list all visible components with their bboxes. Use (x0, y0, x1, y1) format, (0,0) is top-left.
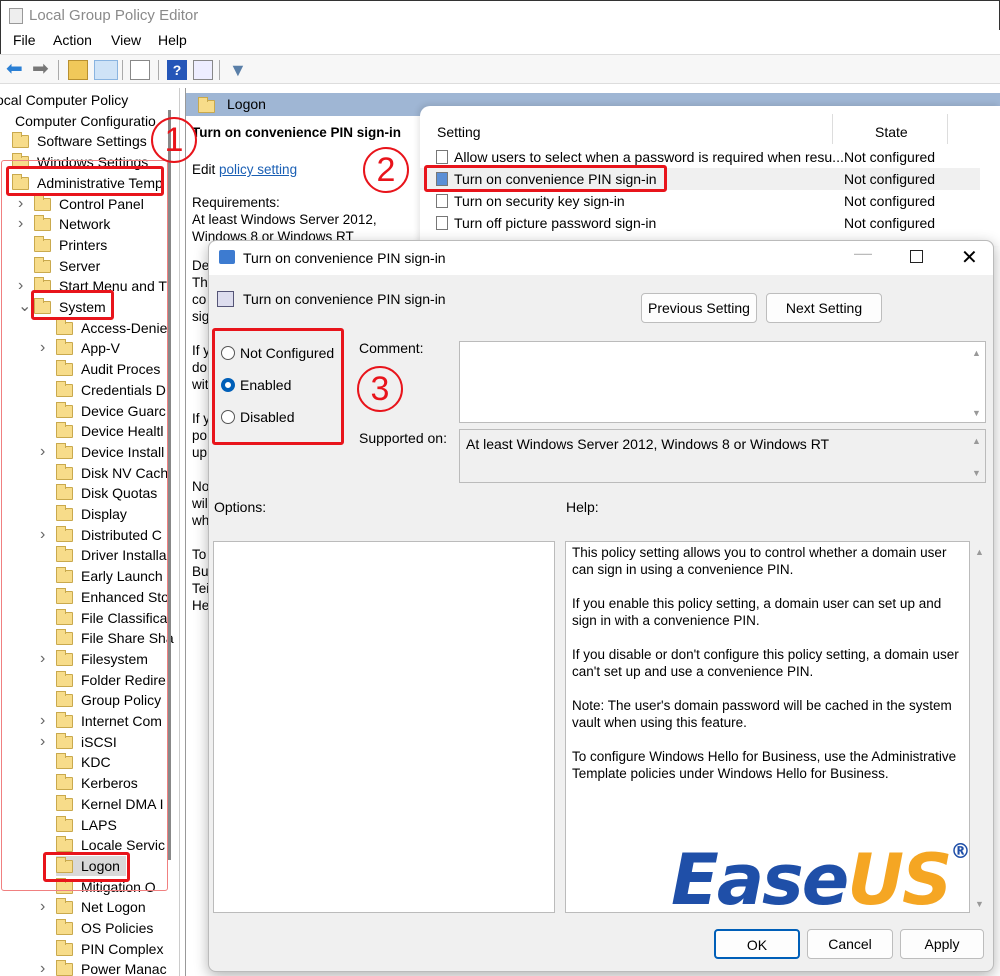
policy-app-icon (219, 250, 235, 264)
tree-item-label: OS Policies (81, 920, 154, 936)
tree-item[interactable]: ocal Computer Policy (0, 90, 128, 110)
close-button[interactable]: ✕ (961, 245, 978, 270)
folder-icon (56, 898, 73, 915)
policy-doc-icon (436, 194, 448, 208)
minimize-button[interactable]: — (854, 243, 872, 264)
tree-item[interactable]: PIN Complex (56, 939, 163, 959)
tree-item-label: Software Settings (37, 133, 147, 150)
annotation-step-2: 2 (363, 147, 409, 193)
folder-icon (12, 132, 29, 149)
menu-file[interactable]: File (13, 32, 36, 48)
column-header-state[interactable]: State (875, 124, 908, 140)
setting-name: Allow users to select when a password is… (454, 149, 844, 165)
toolbar: ⬅ ➡ ? ▼ (0, 54, 1000, 84)
annotation-step-1: 1 (151, 117, 197, 163)
tree-item[interactable]: OS Policies (56, 918, 153, 938)
help-paragraph: Note: The user's domain password will be… (572, 698, 952, 730)
folder-icon (56, 960, 73, 976)
show-hide-tree-icon[interactable] (94, 60, 118, 80)
tree-item-label: ocal Computer Policy (0, 92, 129, 108)
setting-state: Not configured (844, 149, 936, 165)
help-paragraph: To configure Windows Hello for Business,… (572, 749, 957, 781)
apply-button[interactable]: Apply (900, 929, 984, 959)
back-arrow-icon[interactable]: ⬅ (6, 59, 26, 80)
annotation-step-3: 3 (357, 366, 403, 412)
options-panel (213, 541, 555, 913)
settings-row[interactable]: Turn off picture password sign-in Not con… (420, 212, 980, 234)
folder-icon (56, 919, 73, 935)
requirements-label: Requirements: (192, 195, 280, 210)
help-scrollbar[interactable]: ▲ ▼ (971, 541, 988, 913)
policy-doc-icon (436, 216, 448, 230)
annotation-box-logon (43, 852, 130, 882)
gpedit-app-icon (9, 8, 23, 24)
tree-item-label: Power Manac (81, 961, 167, 976)
menu-view[interactable]: View (111, 32, 141, 48)
annotation-box-pin-setting (424, 165, 667, 192)
setting-name: Turn off picture password sign-in (454, 215, 657, 231)
settings-row[interactable]: Turn on security key sign-in Not configur… (420, 190, 980, 212)
tree-item-label: PIN Complex (81, 940, 164, 957)
options-label: Options: (214, 499, 267, 515)
setting-state: Not configured (844, 215, 936, 231)
up-folder-icon[interactable] (68, 60, 88, 80)
tree-item[interactable]: Computer Configuratio (15, 111, 156, 131)
policy-doc-icon (436, 150, 448, 164)
dialog-title: Turn on convenience PIN sign-in (243, 250, 446, 266)
edit-label: Edit (192, 162, 216, 177)
properties-icon[interactable] (193, 60, 213, 80)
tree-item-label: Computer Configuratio (15, 112, 156, 129)
dialog-title-bar: Turn on convenience PIN sign-in — ✕ (209, 241, 993, 275)
annotation-box-radios (212, 328, 344, 445)
tree-scrollbar[interactable] (168, 110, 171, 860)
policy-title: Turn on convenience PIN sign-in (192, 125, 402, 140)
previous-setting-button[interactable]: Previous Setting (641, 293, 757, 323)
supported-on-label: Supported on: (359, 430, 447, 446)
help-paragraph: If you enable this policy setting, a dom… (572, 596, 942, 628)
chevron-right-icon[interactable]: › (40, 961, 45, 976)
next-setting-button[interactable]: Next Setting (766, 293, 882, 323)
policy-setting-icon (217, 291, 234, 307)
menu-action[interactable]: Action (53, 32, 92, 48)
annotation-tree-region (1, 160, 168, 891)
comment-label: Comment: (359, 340, 424, 356)
requirements-line-1: At least Windows Server 2012, (192, 212, 377, 227)
setting-state: Not configured (844, 193, 936, 209)
help-label: Help: (566, 499, 599, 515)
tree-item[interactable]: Net Logon (56, 897, 146, 917)
title-bar: Local Group Policy Editor (0, 0, 1000, 30)
maximize-button[interactable] (910, 250, 923, 263)
export-list-icon[interactable] (130, 60, 150, 80)
comment-scrollbar[interactable]: ▲ ▼ (968, 342, 985, 422)
ok-button[interactable]: OK (714, 929, 800, 959)
help-icon[interactable]: ? (167, 60, 187, 80)
easeus-watermark-logo: EaseUS® (671, 839, 970, 921)
column-header-setting[interactable]: Setting (437, 124, 481, 140)
window-title: Local Group Policy Editor (29, 7, 199, 24)
folder-icon (198, 97, 215, 113)
chevron-right-icon[interactable]: › (40, 899, 45, 915)
comment-textarea[interactable]: ▲ ▼ (459, 341, 986, 423)
annotation-box-admin-templates (6, 166, 164, 196)
annotation-box-system (31, 290, 114, 320)
edit-policy-link[interactable]: policy setting (219, 162, 297, 177)
tree-item-label: Net Logon (81, 899, 146, 916)
setting-name: Turn on security key sign-in (454, 193, 625, 209)
folder-icon (56, 939, 73, 956)
menu-bar: File Action View Help (0, 30, 1000, 54)
help-paragraph: This policy setting allows you to contro… (572, 545, 947, 577)
details-header-title: Logon (227, 96, 266, 112)
tree-item[interactable]: Software Settings (12, 131, 147, 151)
cancel-button[interactable]: Cancel (807, 929, 893, 959)
filter-icon[interactable]: ▼ (229, 60, 249, 80)
dialog-subtitle: Turn on convenience PIN sign-in (243, 291, 446, 307)
forward-arrow-icon[interactable]: ➡ (32, 59, 52, 80)
supported-on-field: At least Windows Server 2012, Windows 8 … (459, 429, 986, 483)
tree-item[interactable]: Power Manac (56, 959, 167, 976)
menu-help[interactable]: Help (158, 32, 187, 48)
setting-state: Not configured (844, 171, 936, 187)
help-paragraph: If you disable or don't configure this p… (572, 647, 959, 679)
